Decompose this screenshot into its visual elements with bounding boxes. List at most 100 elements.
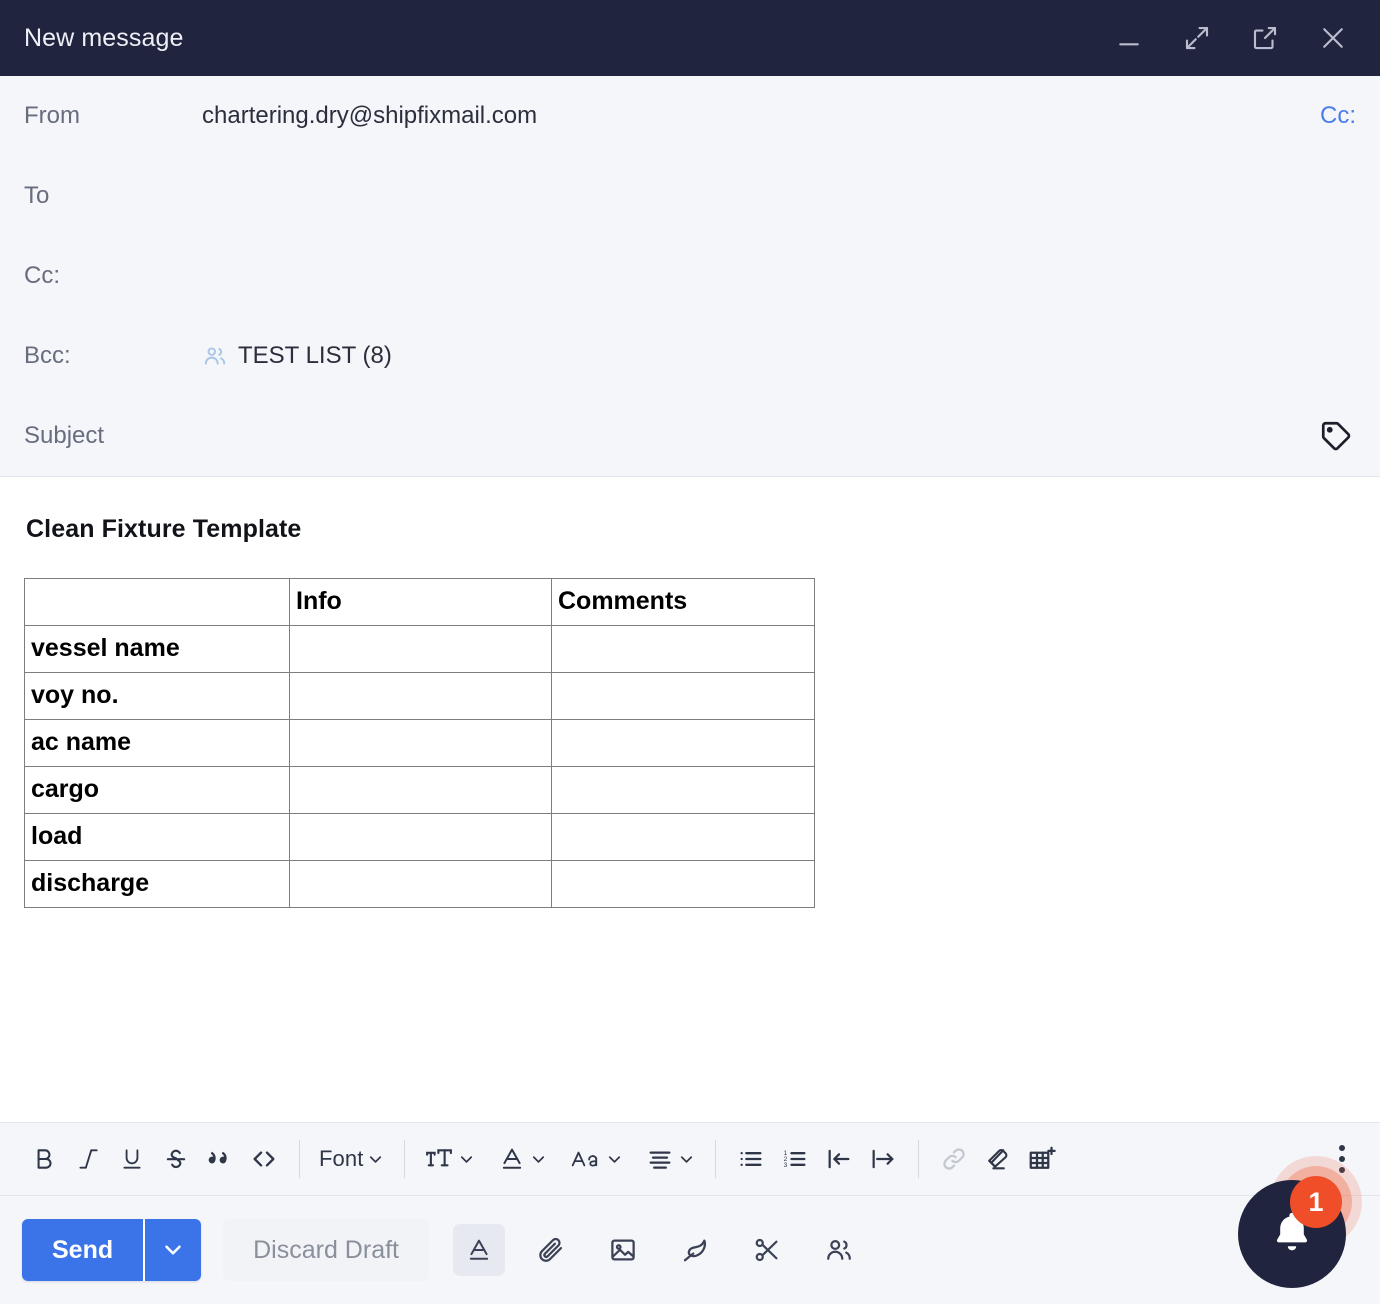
body-heading: Clean Fixture Template: [26, 515, 1356, 544]
bcc-label: Bcc:: [24, 342, 202, 370]
bold-button[interactable]: [22, 1136, 66, 1182]
to-row: To: [24, 156, 1356, 236]
table-header-cell[interactable]: Comments: [552, 579, 815, 626]
compose-footer: Send Discard Draft: [0, 1196, 1380, 1304]
subject-input[interactable]: [202, 420, 1316, 452]
notification-badge[interactable]: 1: [1290, 1176, 1342, 1228]
tag-icon[interactable]: [1316, 416, 1356, 456]
cc-row: Cc:: [24, 236, 1356, 316]
toolbar-divider: [404, 1140, 405, 1178]
formatting-toggle-button[interactable]: [453, 1224, 505, 1276]
table-cell-comments[interactable]: [552, 767, 815, 814]
italic-button[interactable]: [66, 1136, 110, 1182]
table-cell-label[interactable]: vessel name: [25, 626, 290, 673]
from-row: From chartering.dry@shipfixmail.com Cc:: [24, 76, 1356, 156]
send-button[interactable]: Send: [22, 1219, 143, 1281]
code-button[interactable]: [242, 1136, 286, 1182]
compose-window: New message Fr: [0, 0, 1380, 1304]
font-size-dropdown[interactable]: [418, 1136, 482, 1182]
toolbar-divider: [918, 1140, 919, 1178]
insert-table-button[interactable]: [1020, 1136, 1064, 1182]
expand-button[interactable]: [1176, 17, 1218, 59]
outdent-button[interactable]: [817, 1136, 861, 1182]
chevron-down-icon: [677, 1150, 696, 1169]
table-cell-label[interactable]: voy no.: [25, 673, 290, 720]
contacts-button[interactable]: [813, 1224, 865, 1276]
table-cell-info[interactable]: [290, 673, 552, 720]
popout-button[interactable]: [1244, 17, 1286, 59]
discard-draft-button[interactable]: Discard Draft: [223, 1219, 429, 1281]
link-button[interactable]: [932, 1136, 976, 1182]
chevron-down-icon: [457, 1150, 476, 1169]
text-color-dropdown[interactable]: [492, 1136, 554, 1182]
table-cell-comments[interactable]: [552, 861, 815, 908]
toolbar-divider: [715, 1140, 716, 1178]
minimize-button[interactable]: [1108, 17, 1150, 59]
recipient-chip-label: TEST LIST (8): [238, 342, 392, 370]
bcc-row: Bcc: TEST LIST (8): [24, 316, 1356, 396]
font-family-dropdown[interactable]: Font: [313, 1136, 391, 1182]
table-row: voy no.: [25, 673, 815, 720]
table-cell-info[interactable]: [290, 814, 552, 861]
table-header-cell[interactable]: Info: [290, 579, 552, 626]
chevron-down-icon: [529, 1150, 548, 1169]
strikethrough-button[interactable]: [154, 1136, 198, 1182]
from-label: From: [24, 102, 202, 130]
to-input[interactable]: [202, 180, 1356, 212]
cc-input[interactable]: [202, 260, 1356, 292]
chevron-down-icon: [605, 1150, 624, 1169]
indent-button[interactable]: [861, 1136, 905, 1182]
underline-button[interactable]: [110, 1136, 154, 1182]
compose-fields: From chartering.dry@shipfixmail.com Cc: …: [0, 76, 1380, 477]
table-cell-label[interactable]: cargo: [25, 767, 290, 814]
table-cell-info[interactable]: [290, 720, 552, 767]
dot: [1339, 1145, 1345, 1151]
footer-tools: [453, 1224, 865, 1276]
font-family-label: Font: [319, 1146, 363, 1172]
insert-image-button[interactable]: [597, 1224, 649, 1276]
notifications-widget: 1: [1232, 1158, 1362, 1288]
signature-button[interactable]: [669, 1224, 721, 1276]
formatting-toolbar: Font: [0, 1122, 1380, 1196]
table-header-cell[interactable]: [25, 579, 290, 626]
cc-label: Cc:: [24, 262, 202, 290]
table-cell-comments[interactable]: [552, 814, 815, 861]
cc-toggle-link[interactable]: Cc:: [1306, 102, 1356, 130]
table-row: discharge: [25, 861, 815, 908]
numbered-list-button[interactable]: 1 2 3: [773, 1136, 817, 1182]
table-cell-comments[interactable]: [552, 673, 815, 720]
toolbar-divider: [299, 1140, 300, 1178]
send-options-button[interactable]: [143, 1219, 201, 1281]
table-cell-info[interactable]: [290, 767, 552, 814]
align-dropdown[interactable]: [640, 1136, 702, 1182]
attach-file-button[interactable]: [525, 1224, 577, 1276]
svg-text:3: 3: [784, 1162, 788, 1169]
clear-formatting-button[interactable]: [976, 1136, 1020, 1182]
window-titlebar: New message: [0, 0, 1380, 76]
window-controls: [1108, 17, 1354, 59]
blockquote-button[interactable]: [198, 1136, 242, 1182]
table-cell-comments[interactable]: [552, 626, 815, 673]
to-label: To: [24, 182, 202, 210]
table-cell-info[interactable]: [290, 861, 552, 908]
send-button-group: Send: [22, 1219, 201, 1281]
bcc-input[interactable]: TEST LIST (8): [202, 340, 1356, 372]
fixture-table[interactable]: Info Comments vessel name voy no. ac nam…: [24, 578, 815, 908]
close-button[interactable]: [1312, 17, 1354, 59]
bullet-list-button[interactable]: [729, 1136, 773, 1182]
snippet-button[interactable]: [741, 1224, 793, 1276]
table-cell-comments[interactable]: [552, 720, 815, 767]
people-icon: [202, 343, 228, 369]
text-case-dropdown[interactable]: [564, 1136, 630, 1182]
table-cell-info[interactable]: [290, 626, 552, 673]
recipient-chip-test-list[interactable]: TEST LIST (8): [202, 342, 392, 370]
from-value[interactable]: chartering.dry@shipfixmail.com: [202, 100, 1306, 132]
table-cell-label[interactable]: ac name: [25, 720, 290, 767]
table-cell-label[interactable]: load: [25, 814, 290, 861]
table-header-row: Info Comments: [25, 579, 815, 626]
table-row: cargo: [25, 767, 815, 814]
table-cell-label[interactable]: discharge: [25, 861, 290, 908]
subject-row: Subject: [24, 396, 1356, 476]
message-body[interactable]: Clean Fixture Template Info Comments ves…: [0, 477, 1380, 1122]
table-row: vessel name: [25, 626, 815, 673]
